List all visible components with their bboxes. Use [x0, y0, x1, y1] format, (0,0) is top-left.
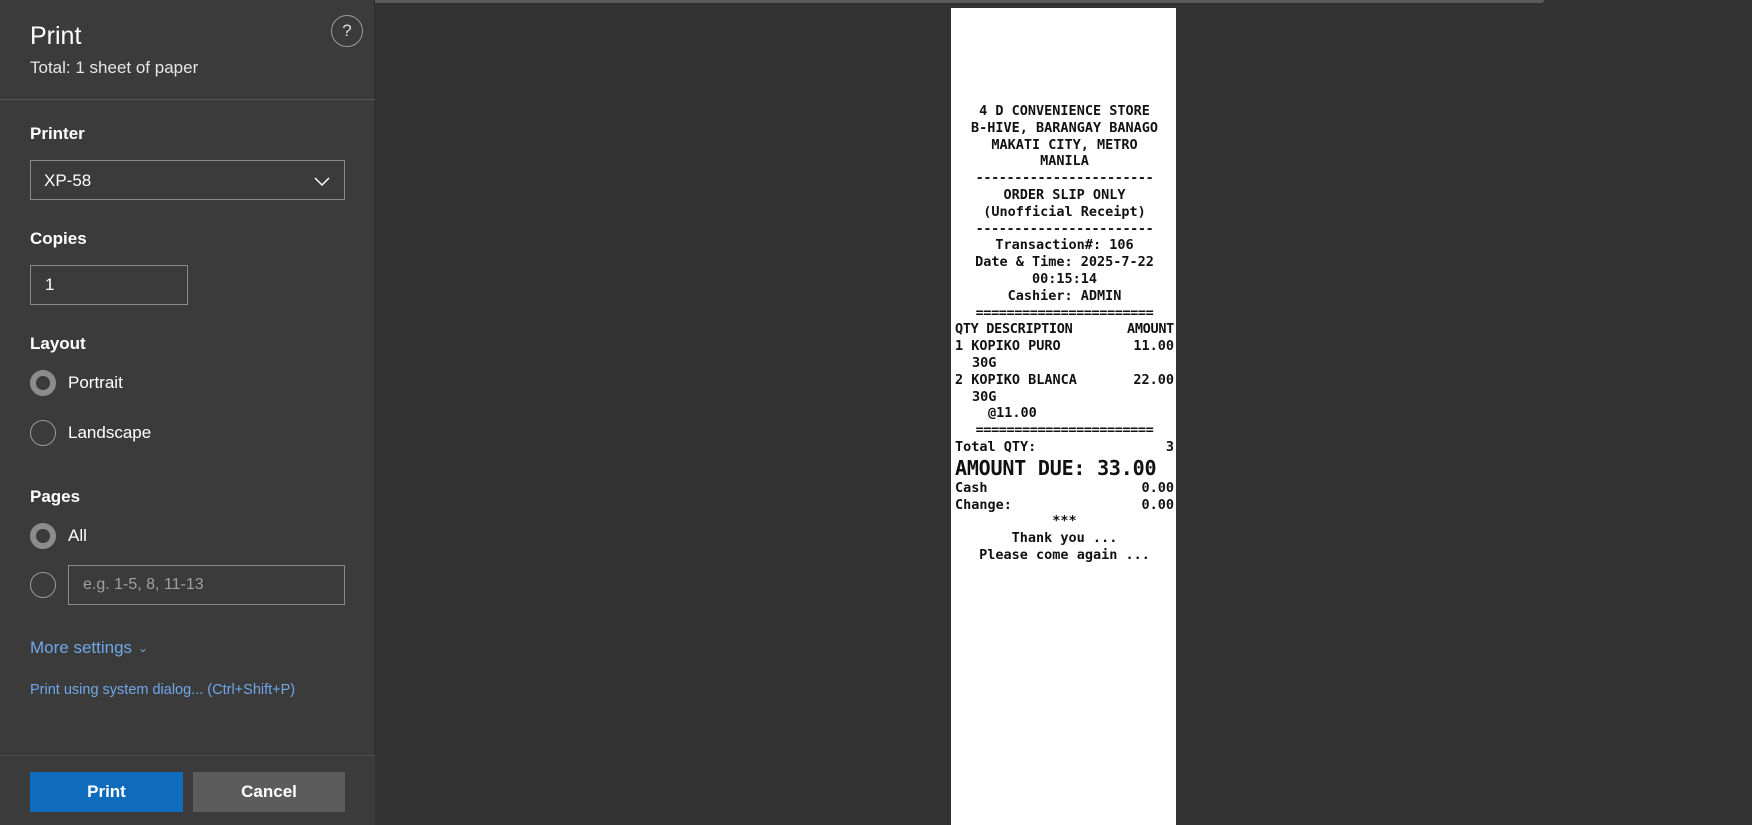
help-icon[interactable]: ? [331, 15, 363, 47]
item-amount: 11.00 [1133, 338, 1174, 355]
landscape-radio[interactable] [30, 420, 56, 446]
item-amount: 22.00 [1133, 371, 1174, 388]
date-time: Date & Time: 2025-7-22 [975, 254, 1154, 271]
items-header: QTY DESCRIPTION AMOUNT [955, 321, 1174, 338]
time: 00:15:14 [1031, 270, 1098, 287]
item-description: 2 KOPIKO BLANCA [955, 371, 1077, 388]
chevron-down-icon [314, 177, 330, 187]
divider: ----------------------- [975, 170, 1154, 187]
divider: ======================= [975, 304, 1154, 321]
pages-range-input[interactable] [68, 565, 345, 605]
more-settings-label: More settings [30, 638, 133, 657]
cash-value: 0.00 [1141, 479, 1174, 496]
printer-label: Printer [30, 124, 85, 143]
amount-header: AMOUNT [1127, 321, 1174, 338]
total-qty-value: 3 [1165, 438, 1174, 455]
cashier: Cashier: ADMIN [1007, 287, 1122, 304]
action-footer: Print Cancel [0, 755, 375, 825]
page-title: Print [30, 22, 82, 50]
landscape-label: Landscape [68, 423, 152, 442]
come-again: Please come again ... [979, 546, 1150, 563]
print-preview-area: 4 D CONVENIENCE STORE B-HIVE, BARANGAY B… [375, 0, 1752, 825]
sheet-count: Total: 1 sheet of paper [30, 58, 199, 77]
item-description-cont: 30G [972, 388, 997, 405]
pages-all-radio[interactable] [30, 523, 56, 549]
unofficial-label: (Unofficial Receipt) [983, 203, 1146, 220]
chevron-down-icon: ⌄ [138, 641, 149, 655]
total-qty-row: Total QTY: 3 [955, 439, 1174, 456]
change-label: Change: [955, 496, 1012, 513]
portrait-radio[interactable] [30, 370, 56, 396]
print-settings-panel: Print Total: 1 sheet of paper ? Printer … [0, 0, 375, 825]
panel-header: Print Total: 1 sheet of paper ? [0, 0, 375, 100]
pages-all-label: All [68, 526, 87, 545]
pages-label: Pages [30, 487, 81, 506]
print-button[interactable]: Print [30, 772, 183, 812]
total-qty-label: Total QTY: [955, 438, 1037, 455]
change-value: 0.00 [1141, 496, 1174, 513]
cancel-button[interactable]: Cancel [193, 772, 345, 812]
cash-row: Cash 0.00 [955, 480, 1174, 497]
stars: *** [1052, 513, 1077, 530]
printer-select[interactable]: XP-58 [30, 160, 345, 200]
store-address-line: MAKATI CITY, METRO [991, 136, 1138, 153]
receipt-page: 4 D CONVENIENCE STORE B-HIVE, BARANGAY B… [951, 8, 1176, 825]
qty-description-header: QTY DESCRIPTION [955, 321, 1073, 338]
cash-label: Cash [955, 479, 988, 496]
receipt-content: 4 D CONVENIENCE STORE B-HIVE, BARANGAY B… [955, 103, 1174, 564]
item-unit-price: @11.00 [988, 405, 1037, 422]
pages-custom-radio[interactable] [30, 572, 56, 598]
item-description-cont: 30G [972, 354, 997, 371]
more-settings-link[interactable]: More settings ⌄ [30, 638, 148, 658]
amount-due: AMOUNT DUE: 33.00 [955, 455, 1157, 480]
item-description: 1 KOPIKO PURO [955, 338, 1061, 355]
system-dialog-link[interactable]: Print using system dialog... (Ctrl+Shift… [30, 682, 295, 698]
thank-you: Thank you ... [1011, 530, 1118, 547]
item-row: 2 KOPIKO BLANCA 22.00 [955, 372, 1174, 389]
layout-label: Layout [30, 334, 86, 353]
copies-input[interactable] [30, 265, 188, 305]
divider: ----------------------- [975, 220, 1154, 237]
item-row: 1 KOPIKO PURO 11.00 [955, 338, 1174, 355]
store-name: 4 D CONVENIENCE STORE [979, 103, 1150, 119]
store-address-line: MANILA [1040, 153, 1089, 170]
divider: ======================= [975, 422, 1154, 439]
portrait-label: Portrait [68, 373, 123, 392]
printer-value: XP-58 [44, 171, 92, 190]
print-dialog: Print Total: 1 sheet of paper ? Printer … [0, 0, 1752, 825]
order-slip-label: ORDER SLIP ONLY [1003, 186, 1126, 203]
copies-label: Copies [30, 229, 87, 248]
store-address-line: B-HIVE, BARANGAY BANAGO [971, 119, 1158, 136]
transaction-number: Transaction#: 106 [995, 237, 1134, 254]
change-row: Change: 0.00 [955, 497, 1174, 514]
